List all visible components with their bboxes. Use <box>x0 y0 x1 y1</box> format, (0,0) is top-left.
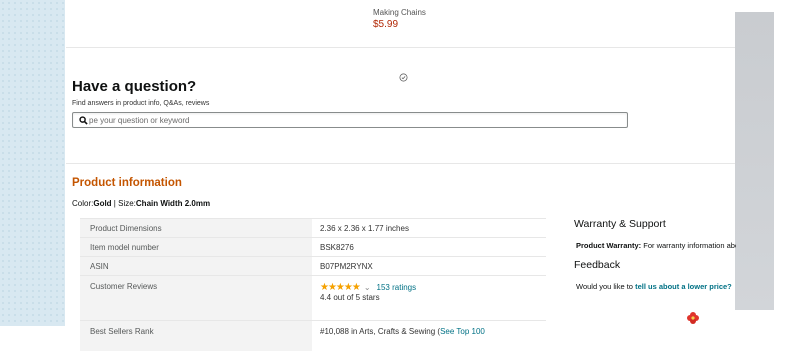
qa-subtitle: Find answers in product info, Q&As, revi… <box>72 100 210 107</box>
row-label: Item model number <box>80 237 312 257</box>
warranty-title: Warranty & Support <box>574 218 666 230</box>
previous-item-price: $5.99 <box>373 19 399 30</box>
variant-separator: | <box>113 199 116 208</box>
variant-line: Color:Gold | Size:Chain Width 2.0mm <box>72 199 210 208</box>
ratings-count-link[interactable]: 153 ratings <box>377 283 417 292</box>
table-row: Item model number BSK8276 <box>80 237 546 257</box>
table-row: Customer Reviews ★★★★★ ⌄ 153 ratings 4.4 o… <box>80 275 546 321</box>
size-value: Chain Width 2.0mm <box>135 199 211 208</box>
row-label: ASIN <box>80 256 312 276</box>
right-backdrop <box>735 12 774 310</box>
row-value: B07PM2RYNX <box>312 256 546 276</box>
warranty-text: Product Warranty: For warranty informati… <box>576 241 736 250</box>
row-label: Best Sellers Rank <box>80 320 312 351</box>
lower-price-link[interactable]: tell us about a lower price? <box>635 282 732 291</box>
best-sellers-rank-cell: #10,088 in Arts, Crafts & Sewing (See To… <box>312 320 546 351</box>
product-details-table: Product Dimensions 2.36 x 2.36 x 1.77 in… <box>80 218 546 351</box>
star-rating-icon[interactable]: ★★★★★ <box>320 282 361 293</box>
qa-title: Have a question? <box>72 78 197 95</box>
search-icon <box>79 116 88 125</box>
row-label: Customer Reviews <box>80 275 312 321</box>
feedback-text: Would you like to tell us about a lower … <box>576 282 736 291</box>
search-placeholder: pe your question or keyword <box>89 116 190 125</box>
feedback-title: Feedback <box>574 259 621 271</box>
table-row: ASIN B07PM2RYNX <box>80 256 546 276</box>
color-value: Gold <box>93 199 112 208</box>
size-label: Size: <box>118 199 136 208</box>
table-row: Best Sellers Rank #10,088 in Arts, Craft… <box>80 320 546 351</box>
left-backdrop <box>0 0 65 326</box>
rank-text: #10,088 in Arts, Crafts & Sewing ( <box>320 327 441 336</box>
previous-item-title[interactable]: Making Chains <box>373 8 426 17</box>
table-row: Product Dimensions 2.36 x 2.36 x 1.77 in… <box>80 218 546 238</box>
loading-spinner-icon <box>399 73 408 82</box>
row-value: BSK8276 <box>312 237 546 257</box>
customer-reviews-cell: ★★★★★ ⌄ 153 ratings 4.4 out of 5 stars <box>312 275 546 321</box>
warranty-label: Product Warranty: <box>576 241 642 250</box>
see-top-100-link[interactable]: See Top 100 <box>440 327 485 336</box>
row-value: 2.36 x 2.36 x 1.77 inches <box>312 218 546 238</box>
divider <box>66 47 735 48</box>
product-information-title: Product information <box>72 177 182 189</box>
question-search-input[interactable]: pe your question or keyword <box>72 112 628 128</box>
row-label: Product Dimensions <box>80 218 312 238</box>
divider <box>66 163 735 164</box>
flower-icon <box>687 312 699 324</box>
feedback-prefix: Would you like to <box>576 282 633 291</box>
rating-text: 4.4 out of 5 stars <box>320 293 380 302</box>
product-page: Making Chains $5.99 Have a question? Fin… <box>66 0 736 351</box>
color-label: Color: <box>72 199 94 208</box>
warranty-description: For warranty information about this prod… <box>643 241 736 250</box>
chevron-down-icon[interactable]: ⌄ <box>364 283 371 292</box>
